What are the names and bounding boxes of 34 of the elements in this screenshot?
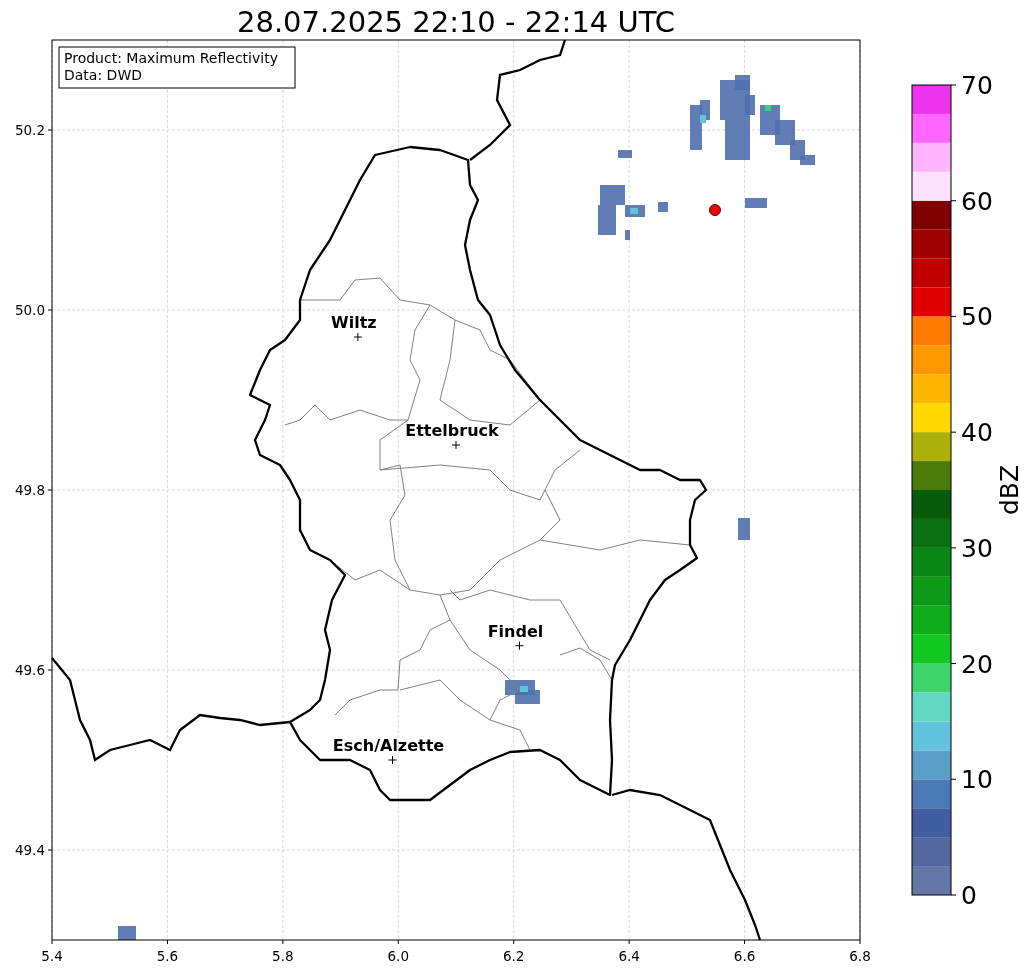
chart-title: 28.07.2025 22:10 - 22:14 UTC — [237, 5, 675, 39]
colorbar-tick-label: 20 — [961, 649, 993, 679]
location-label: Esch/Alzette — [332, 736, 445, 755]
colorbar-tick-label: 40 — [961, 418, 993, 448]
axis-tick-label: 49.8 — [14, 482, 45, 498]
axis-tick-label: 6.8 — [849, 948, 871, 964]
axis-tick-label: 50.0 — [14, 302, 45, 318]
axis-tick-label: 6.4 — [618, 948, 640, 964]
location-marker-icon — [451, 440, 461, 450]
colorbar-tick-label: 30 — [961, 533, 993, 563]
axis-tick-label: 50.2 — [14, 122, 45, 138]
location-label: Wiltz — [331, 313, 377, 332]
axis-tick-label: 6.6 — [733, 948, 756, 964]
colorbar-tick-label: 0 — [961, 881, 977, 910]
axis-tick-label: 49.6 — [14, 662, 45, 678]
colorbar-tick-label: 10 — [961, 765, 993, 795]
colorbar-label: dBZ — [995, 464, 1024, 516]
station-marker-icon — [709, 204, 721, 216]
location-marker-icon — [388, 755, 397, 765]
axis-tick-label: 5.6 — [156, 948, 179, 964]
location-marker-icon — [515, 641, 524, 651]
location-label: Findel — [487, 621, 544, 641]
colorbar-tick-label: 60 — [961, 186, 993, 216]
axis-tick-label: 49.4 — [14, 842, 45, 858]
axis-tick-label: 5.8 — [272, 948, 294, 964]
info-text: Data: DWD — [64, 67, 142, 83]
axis-tick-label: 6.0 — [387, 948, 410, 964]
colorbar-tick-label: 50 — [961, 302, 993, 332]
info-text: Product: Maximum Reflectivity — [64, 50, 278, 66]
axis-tick-label: 6.2 — [502, 948, 525, 964]
axis-tick-label: 5.4 — [41, 948, 63, 964]
location-marker-icon — [353, 332, 363, 342]
location-label: Ettelbruck — [405, 421, 499, 440]
colorbar-tick-label: 70 — [961, 71, 993, 100]
